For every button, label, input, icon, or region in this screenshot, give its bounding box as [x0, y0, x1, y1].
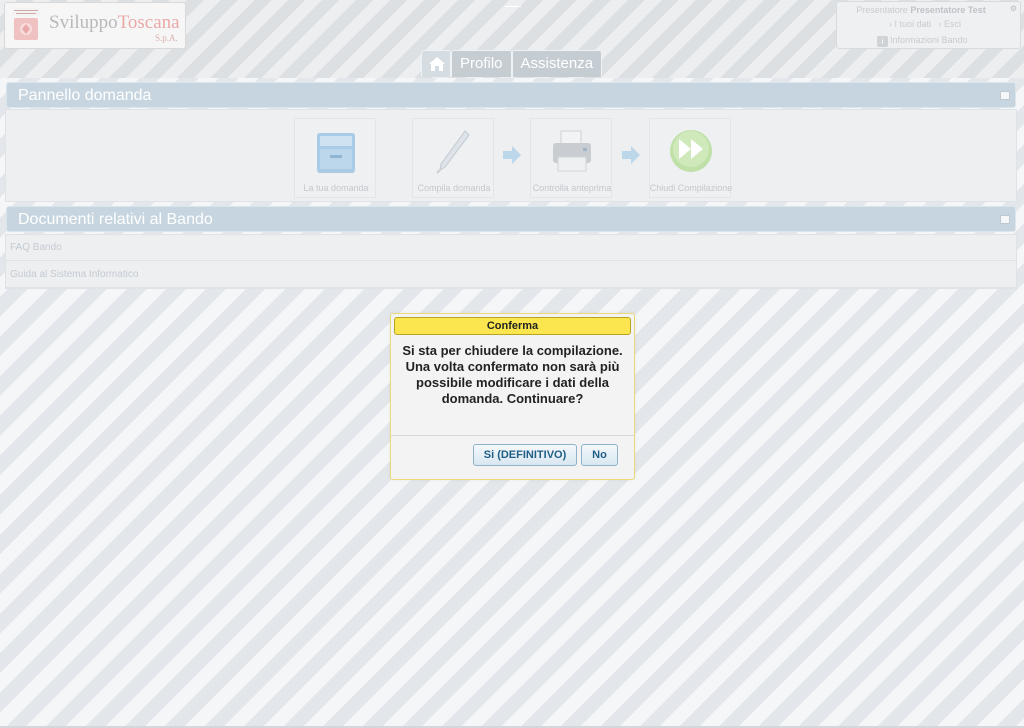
my-data-link[interactable]: › I tuoi dati	[889, 19, 931, 29]
info-icon: i	[877, 36, 888, 47]
arrow-right-icon	[622, 146, 640, 164]
panel-domanda-body: La tua domanda Compila domanda Controlla…	[5, 109, 1017, 202]
gear-icon[interactable]: ⚙	[1010, 4, 1017, 13]
step-label: La tua domanda	[303, 183, 369, 193]
cancel-button[interactable]: No	[581, 444, 618, 466]
printer-icon	[553, 130, 591, 172]
arrow-right-icon	[503, 146, 521, 164]
presenter-name: Presentatore Test	[910, 5, 986, 15]
regione-toscana-emblem-icon	[12, 8, 40, 40]
logo-name-part1: Sviluppo	[49, 12, 118, 33]
panel-domanda-header[interactable]: Pannello domanda	[6, 82, 1016, 108]
step-compila-domanda[interactable]: Compila domanda	[412, 118, 494, 198]
logout-link[interactable]: › Esci	[939, 19, 962, 29]
main-nav: Profilo Assistenza	[421, 50, 603, 77]
tab-profilo[interactable]: Profilo	[451, 50, 512, 77]
step-label: Chiudi Compilazione	[649, 183, 733, 193]
list-item[interactable]: Guida al Sistema Informatico	[6, 262, 1016, 288]
tab-home[interactable]	[421, 50, 451, 77]
collapse-icon[interactable]	[1000, 215, 1010, 224]
step-controlla-anteprima[interactable]: Controlla anteprima	[530, 118, 612, 198]
panel-documenti-header[interactable]: Documenti relativi al Bando	[6, 206, 1016, 232]
panel-documenti-title: Documenti relativi al Bando	[18, 211, 213, 228]
step-la-tua-domanda[interactable]: La tua domanda	[294, 118, 376, 198]
user-box: Presentatore Presentatore Test ⚙ › I tuo…	[836, 1, 1021, 49]
top-divider	[505, 6, 521, 7]
panel-documenti-body: FAQ Bando Guida al Sistema Informatico	[5, 234, 1017, 289]
tab-assistenza[interactable]: Assistenza	[511, 50, 603, 77]
step-chiudi-compilazione[interactable]: Chiudi Compilazione	[649, 118, 732, 198]
dialog-divider	[391, 435, 634, 436]
doc-link-faq[interactable]: FAQ Bando	[10, 242, 62, 253]
logo-text: SviluppoToscana	[49, 12, 180, 34]
dialog-title: Conferma	[394, 317, 631, 335]
presenter-line: Presentatore Presentatore Test	[837, 5, 1005, 15]
file-cabinet-icon	[317, 133, 355, 173]
user-links: › I tuoi dati › Esci	[837, 19, 1013, 29]
logo[interactable]: SviluppoToscana S.p.A.	[4, 2, 186, 49]
logo-suffix: S.p.A.	[155, 33, 178, 43]
info-bando-link[interactable]: Informazioni Bando	[890, 35, 968, 45]
collapse-icon[interactable]	[1000, 91, 1010, 100]
panel-domanda-title: Pannello domanda	[18, 87, 152, 104]
doc-link-guida[interactable]: Guida al Sistema Informatico	[10, 269, 138, 280]
header: SviluppoToscana S.p.A. Presentatore Pres…	[0, 0, 1024, 78]
confirm-dialog: Conferma Si sta per chiudere la compilaz…	[390, 313, 635, 480]
step-label: Controlla anteprima	[532, 183, 612, 193]
logo-name-part2: Toscana	[117, 12, 180, 33]
presenter-label: Presentatore	[856, 5, 908, 15]
info-bando-line[interactable]: i Informazioni Bando	[877, 35, 968, 47]
pen-icon	[436, 130, 470, 174]
confirm-button[interactable]: Si (DEFINITIVO)	[473, 444, 577, 466]
step-label: Compila domanda	[417, 183, 491, 193]
app-root: SviluppoToscana S.p.A. Presentatore Pres…	[0, 0, 1024, 728]
fast-forward-icon	[670, 130, 712, 172]
list-item[interactable]: FAQ Bando	[6, 235, 1016, 261]
dialog-message: Si sta per chiudere la compilazione. Una…	[402, 343, 623, 406]
home-icon	[429, 57, 445, 71]
